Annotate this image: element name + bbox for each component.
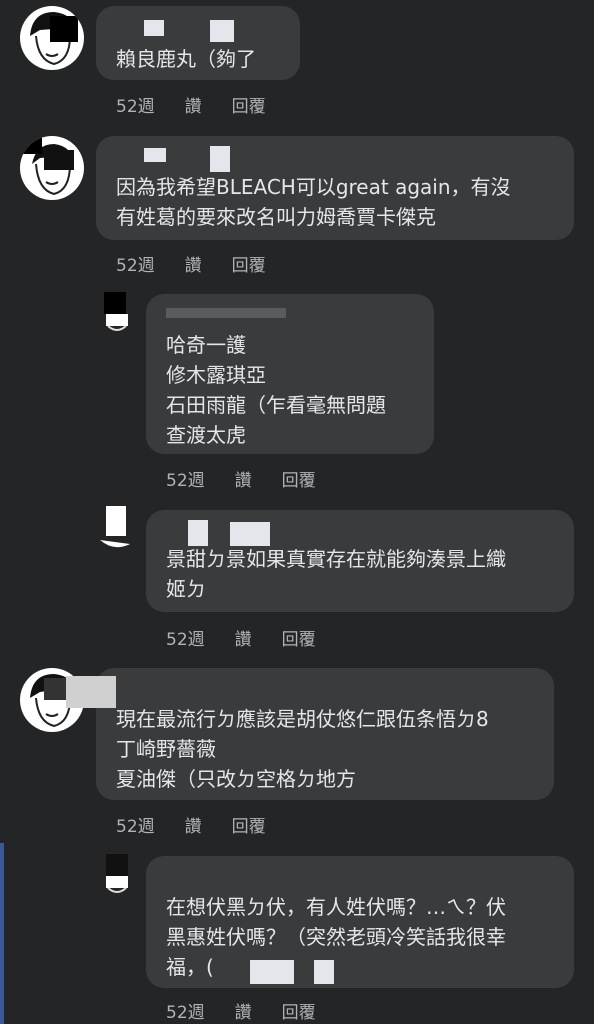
comment-text: 哈奇一護 修木露琪亞 石田雨龍（乍看毫無問題 查渡太虎 — [166, 333, 386, 447]
comment-meta: 52週 讚 回覆 — [116, 812, 296, 837]
comment-meta: 52週 讚 回覆 — [166, 998, 346, 1023]
user-face-icon — [20, 136, 74, 196]
blur-mask — [144, 148, 166, 162]
blur-mask — [188, 520, 208, 546]
avatar[interactable] — [20, 6, 84, 70]
like-button[interactable]: 讚 — [235, 1003, 252, 1023]
comment-text: 景甜ㄉ景如果真實存在就能夠湊景上織 姬ㄉ — [166, 547, 506, 601]
timestamp[interactable]: 52週 — [166, 471, 205, 491]
user-avatar-icon — [100, 506, 130, 548]
comment-bubble: 現在最流行ㄉ應該是胡仗悠仁跟伍条悟ㄉ8 丁崎野薔薇 夏油傑（只改ㄉ空格ㄉ地方 — [66, 668, 554, 800]
reply-button[interactable]: 回覆 — [232, 97, 266, 117]
comment-meta: 52週 讚 回覆 — [116, 251, 296, 276]
comment-text: 在想伏黑ㄉ伏，有人姓伏嗎？…ㄟ？伏 黑惠姓伏嗎？（突然老頭冷笑話我很幸 福，( — [166, 895, 506, 979]
avatar[interactable] — [20, 136, 84, 200]
user-avatar-icon — [104, 292, 128, 331]
comment-meta: 52週 讚 回覆 — [166, 466, 346, 491]
user-face-icon — [30, 12, 78, 66]
blur-mask — [166, 308, 286, 318]
blur-mask — [314, 960, 334, 984]
like-button[interactable]: 讚 — [185, 97, 202, 117]
avatar[interactable] — [104, 854, 132, 894]
blur-mask — [210, 20, 234, 42]
blur-mask — [210, 146, 230, 172]
like-button[interactable]: 讚 — [185, 256, 202, 276]
blur-mask — [230, 522, 270, 546]
reply-button[interactable]: 回覆 — [232, 817, 266, 837]
thread-indicator — [0, 843, 4, 1024]
timestamp[interactable]: 52週 — [166, 1003, 205, 1023]
comment-bubble: 在想伏黑ㄉ伏，有人姓伏嗎？…ㄟ？伏 黑惠姓伏嗎？（突然老頭冷笑話我很幸 福，( — [146, 856, 574, 988]
comment-meta: 52週 讚 回覆 — [166, 625, 346, 650]
avatar[interactable] — [100, 506, 132, 550]
commenter-name[interactable] — [116, 670, 236, 684]
reply-button[interactable]: 回覆 — [282, 471, 316, 491]
timestamp[interactable]: 52週 — [116, 97, 155, 117]
timestamp[interactable]: 52週 — [116, 256, 155, 276]
like-button[interactable]: 讚 — [185, 817, 202, 837]
comment-text: 現在最流行ㄉ應該是胡仗悠仁跟伍条悟ㄉ8 丁崎野薔薇 夏油傑（只改ㄉ空格ㄉ地方 — [116, 707, 489, 791]
timestamp[interactable]: 52週 — [166, 630, 205, 650]
timestamp[interactable]: 52週 — [116, 817, 155, 837]
comment-meta: 52週 讚 回覆 — [116, 92, 296, 117]
comment-text: 賴良鹿丸（夠了 — [116, 47, 256, 71]
comment-bubble: 因為我希望BLEACH可以great again，有沒 有姓葛的要來改名叫力姆喬… — [96, 136, 574, 240]
comment-bubble: 賴良鹿丸（夠了 — [96, 6, 300, 80]
user-avatar-icon — [106, 854, 128, 893]
blur-mask — [250, 960, 294, 984]
comment-bubble: 景甜ㄉ景如果真實存在就能夠湊景上織 姬ㄉ — [146, 510, 574, 612]
reply-button[interactable]: 回覆 — [232, 256, 266, 276]
avatar[interactable] — [104, 292, 130, 332]
like-button[interactable]: 讚 — [235, 471, 252, 491]
like-button[interactable]: 讚 — [235, 630, 252, 650]
blur-mask — [66, 676, 116, 708]
blur-mask — [144, 20, 164, 36]
comment-bubble: 哈奇一護 修木露琪亞 石田雨龍（乍看毫無問題 查渡太虎 — [146, 294, 434, 454]
comment-text: 因為我希望BLEACH可以great again，有沒 有姓葛的要來改名叫力姆喬… — [116, 175, 511, 229]
reply-button[interactable]: 回覆 — [282, 1003, 316, 1023]
commenter-name[interactable] — [166, 858, 286, 872]
reply-button[interactable]: 回覆 — [282, 630, 316, 650]
